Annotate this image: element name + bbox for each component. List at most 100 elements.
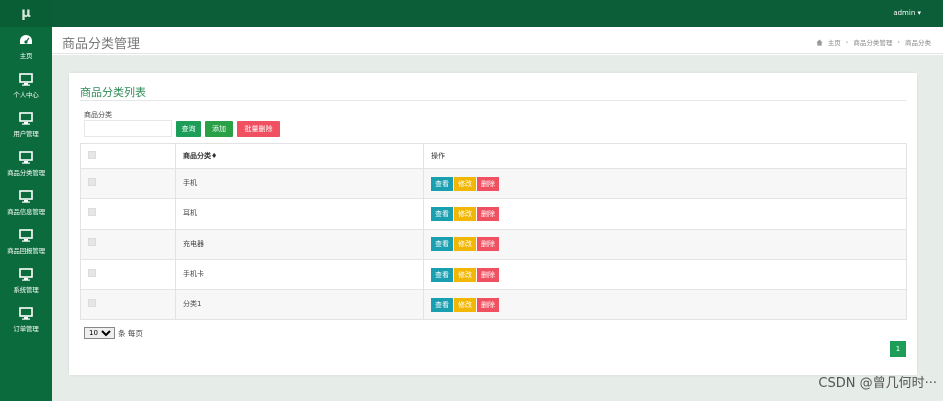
row-checkbox-cell <box>80 228 176 260</box>
search-button[interactable]: 查询 <box>176 121 201 137</box>
sidebar-item-label: 订单管理 <box>13 324 39 333</box>
table-row: 手机 查看 修改 删除 <box>80 167 907 200</box>
batch-delete-button[interactable]: 批量删除 <box>237 121 280 137</box>
column-header-category[interactable]: 商品分类♦ <box>175 143 424 169</box>
view-button[interactable]: 查看 <box>431 267 453 282</box>
sidebar-item-product-return[interactable]: 商品回报管理 <box>0 222 52 261</box>
breadcrumb-separator: › <box>897 38 900 46</box>
row-checkbox-cell <box>80 167 176 200</box>
edit-button[interactable]: 修改 <box>454 267 476 282</box>
table-row: 手机卡 查看 修改 删除 <box>80 258 907 291</box>
view-button[interactable]: 查看 <box>431 237 453 252</box>
view-button[interactable]: 查看 <box>431 297 453 312</box>
delete-button[interactable]: 删除 <box>477 237 499 252</box>
sidebar-item-home[interactable]: 主页 <box>0 27 52 66</box>
delete-button[interactable]: 删除 <box>477 297 499 312</box>
home-icon <box>816 38 823 46</box>
select-all-checkbox[interactable] <box>88 151 96 159</box>
edit-button[interactable]: 修改 <box>454 237 476 252</box>
category-name: 手机 <box>183 179 197 188</box>
table-row: 充电器 查看 修改 删除 <box>80 228 907 260</box>
sidebar: μ 主页 个人中心 用户管理 商品分类管理 商品信息管理 商品回报管理 系统管理… <box>0 0 52 401</box>
delete-button[interactable]: 删除 <box>477 176 499 191</box>
sidebar-item-label: 系统管理 <box>13 285 39 294</box>
sidebar-item-label: 用户管理 <box>13 129 39 138</box>
monitor-icon <box>19 306 33 320</box>
delete-button[interactable]: 删除 <box>477 267 499 282</box>
view-button[interactable]: 查看 <box>431 206 453 221</box>
sidebar-item-label: 商品分类管理 <box>7 168 45 177</box>
row-actions-cell: 查看 修改 删除 <box>423 289 907 321</box>
category-name: 手机卡 <box>183 270 204 279</box>
row-actions-cell: 查看 修改 删除 <box>423 228 907 260</box>
row-checkbox[interactable] <box>88 238 96 247</box>
page-number-button[interactable]: 1 <box>890 341 906 357</box>
column-header-actions: 操作 <box>423 143 907 169</box>
row-actions-cell: 查看 修改 删除 <box>423 167 907 200</box>
view-button[interactable]: 查看 <box>431 176 453 191</box>
row-name-cell: 充电器 <box>175 228 424 260</box>
breadcrumb-category-manage[interactable]: 商品分类管理 <box>853 37 892 47</box>
divider <box>80 100 906 101</box>
row-checkbox[interactable] <box>88 177 96 186</box>
add-button[interactable]: 添加 <box>205 121 233 137</box>
row-actions-cell: 查看 修改 删除 <box>423 198 907 230</box>
row-checkbox[interactable] <box>88 207 96 216</box>
row-checkbox-cell <box>80 258 176 291</box>
table-header-row: 商品分类♦ 操作 <box>80 143 907 169</box>
monitor-icon <box>19 267 33 281</box>
sidebar-item-orders[interactable]: 订单管理 <box>0 300 52 339</box>
delete-button[interactable]: 删除 <box>477 206 499 221</box>
breadcrumb: 主页 › 商品分类管理 › 商品分类 <box>816 37 931 47</box>
dashboard-icon <box>20 34 32 44</box>
select-all-cell <box>80 143 176 169</box>
page-header: 商品分类管理 主页 › 商品分类管理 › 商品分类 <box>52 27 943 54</box>
page-size-suffix: 条 每页 <box>118 328 143 338</box>
breadcrumb-home[interactable]: 主页 <box>828 37 841 47</box>
sidebar-item-product-info[interactable]: 商品信息管理 <box>0 183 52 222</box>
row-name-cell: 手机 <box>175 167 424 200</box>
topbar: admin ▾ <box>52 0 943 27</box>
sidebar-item-label: 个人中心 <box>13 90 39 99</box>
monitor-icon <box>19 189 33 203</box>
table-row: 分类1 查看 修改 删除 <box>80 289 907 321</box>
category-name: 充电器 <box>183 239 204 248</box>
card-title: 商品分类列表 <box>80 86 146 99</box>
sidebar-item-label: 商品回报管理 <box>7 246 45 255</box>
sidebar-item-profile[interactable]: 个人中心 <box>0 66 52 105</box>
category-table: 商品分类♦ 操作 手机 查看 修改 删除 耳机 查看 修改 删除 充电器 查看 … <box>80 143 907 321</box>
row-checkbox[interactable] <box>88 298 96 307</box>
page-size-control: 10 条 每页 <box>84 327 143 339</box>
monitor-icon <box>19 228 33 242</box>
sidebar-item-category[interactable]: 商品分类管理 <box>0 144 52 183</box>
logo: μ <box>0 0 52 27</box>
row-checkbox-cell <box>80 289 176 321</box>
row-name-cell: 耳机 <box>175 198 424 230</box>
breadcrumb-separator: › <box>845 38 849 46</box>
category-name: 分类1 <box>183 300 202 309</box>
page-title: 商品分类管理 <box>62 37 141 52</box>
category-list-card: 商品分类列表 商品分类 查询 添加 批量删除 商品分类♦ 操作 手机 查看 修改删… <box>69 73 917 375</box>
sidebar-item-label: 主页 <box>19 51 33 60</box>
watermark: CSDN @曾几何时··· <box>818 376 937 391</box>
row-name-cell: 分类1 <box>175 289 424 321</box>
category-name: 耳机 <box>183 209 197 218</box>
monitor-icon <box>19 72 33 86</box>
edit-button[interactable]: 修改 <box>454 176 476 191</box>
row-checkbox[interactable] <box>88 268 96 277</box>
row-checkbox-cell <box>80 198 176 230</box>
breadcrumb-current: 商品分类 <box>905 39 931 47</box>
sidebar-item-system[interactable]: 系统管理 <box>0 261 52 300</box>
search-label: 商品分类 <box>84 111 112 119</box>
category-search-input[interactable] <box>84 120 172 137</box>
sidebar-item-label: 商品信息管理 <box>7 207 45 216</box>
monitor-icon <box>19 150 33 164</box>
table-row: 耳机 查看 修改 删除 <box>80 198 907 230</box>
edit-button[interactable]: 修改 <box>454 206 476 221</box>
user-menu[interactable]: admin ▾ <box>893 9 921 17</box>
row-name-cell: 手机卡 <box>175 258 424 291</box>
sidebar-item-users[interactable]: 用户管理 <box>0 105 52 144</box>
monitor-icon <box>19 111 33 125</box>
page-size-select[interactable]: 10 <box>84 327 115 339</box>
edit-button[interactable]: 修改 <box>454 297 476 312</box>
